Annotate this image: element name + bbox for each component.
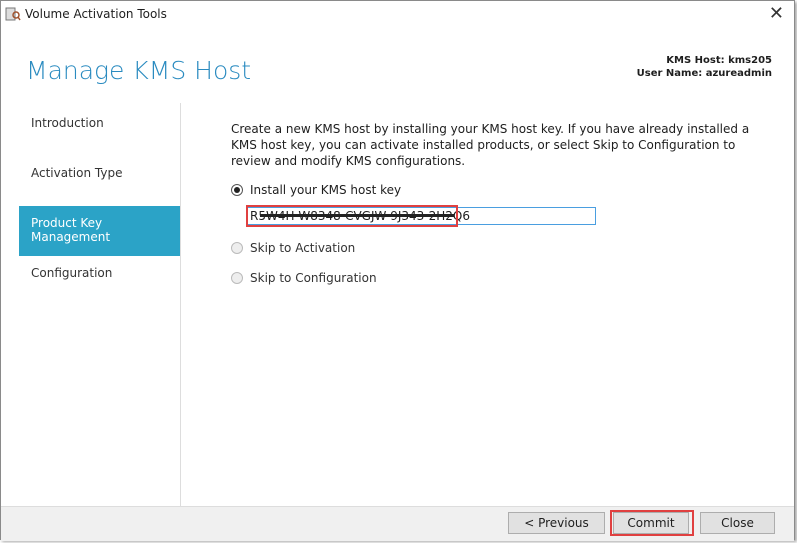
nav-item-product-key-management[interactable]: Product Key Management	[19, 206, 180, 256]
close-button[interactable]: Close	[700, 512, 775, 534]
previous-button[interactable]: < Previous	[508, 512, 605, 534]
radio-unselected-icon[interactable]	[231, 272, 243, 284]
host-info: KMS Host: kms205 User Name: azureadmin	[637, 54, 772, 80]
radio-skip-configuration[interactable]: Skip to Configuration	[231, 271, 377, 285]
kms-host-label: KMS Host: kms205	[666, 55, 772, 66]
nav-item-configuration[interactable]: Configuration	[19, 256, 180, 306]
radio-selected-icon[interactable]	[231, 184, 243, 196]
page-title: Manage KMS Host	[26, 56, 252, 85]
radio-label: Install your KMS host key	[250, 183, 402, 197]
wizard-nav: Introduction Activation Type Product Key…	[19, 106, 180, 306]
title-bar: Volume Activation Tools ✕	[1, 1, 794, 29]
key-highlight-box	[246, 205, 458, 227]
window-title: Volume Activation Tools	[25, 7, 167, 21]
radio-install-key[interactable]: Install your KMS host key	[231, 183, 401, 197]
radio-label: Skip to Activation	[250, 241, 356, 255]
radio-unselected-icon[interactable]	[231, 242, 243, 254]
radio-label: Skip to Configuration	[250, 271, 377, 285]
window: Volume Activation Tools ✕ Manage KMS Hos…	[0, 0, 795, 541]
nav-item-activation-type[interactable]: Activation Type	[19, 156, 180, 206]
commit-highlight-box	[610, 510, 694, 536]
user-name-label: User Name: azureadmin	[636, 68, 772, 79]
description: Create a new KMS host by installing your…	[231, 122, 750, 168]
nav-item-introduction[interactable]: Introduction	[19, 106, 180, 156]
radio-skip-activation[interactable]: Skip to Activation	[231, 241, 355, 255]
close-icon[interactable]: ✕	[769, 3, 784, 24]
volume-activation-app-icon	[5, 7, 21, 21]
divider	[180, 103, 181, 506]
